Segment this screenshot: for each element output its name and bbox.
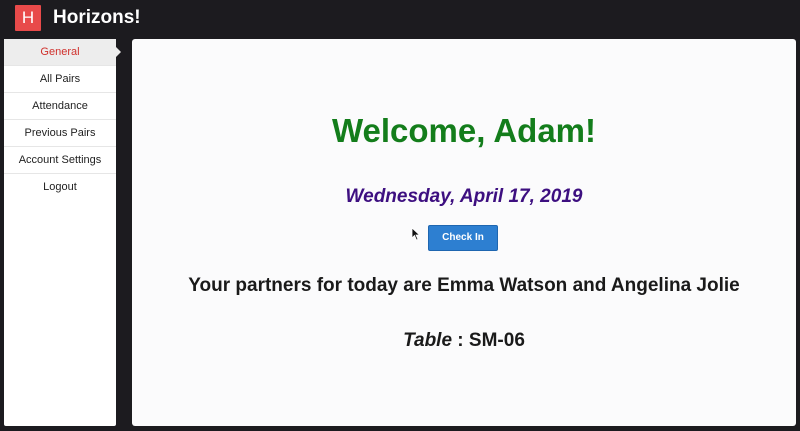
- top-bar: H Horizons!: [0, 0, 800, 36]
- current-date: Wednesday, April 17, 2019: [345, 186, 583, 207]
- check-in-button[interactable]: Check In: [428, 225, 498, 251]
- sidebar-item-account-settings[interactable]: Account Settings: [4, 147, 116, 174]
- sidebar-nav: General All Pairs Attendance Previous Pa…: [4, 39, 121, 426]
- horizons-logo[interactable]: H: [15, 5, 41, 31]
- table-separator: :: [452, 330, 469, 351]
- sidebar-item-logout[interactable]: Logout: [4, 174, 116, 200]
- welcome-heading: Welcome, Adam!: [331, 112, 597, 149]
- sidebar-item-all-pairs[interactable]: All Pairs: [4, 66, 116, 93]
- table-label: Table: [403, 330, 453, 351]
- brand-title[interactable]: Horizons!: [53, 5, 141, 31]
- partners-text: Your partners for today are Emma Watson …: [188, 275, 740, 296]
- mouse-pointer-icon: [411, 227, 421, 241]
- sidebar-item-attendance[interactable]: Attendance: [4, 93, 116, 120]
- table-assignment: Table : SM-06: [132, 330, 796, 352]
- sidebar-item-previous-pairs[interactable]: Previous Pairs: [4, 120, 116, 147]
- app-window: H Horizons! General All Pairs Attendance…: [0, 0, 800, 431]
- main-panel: Welcome, Adam! Wednesday, April 17, 2019…: [132, 39, 796, 426]
- table-value: SM-06: [468, 330, 525, 351]
- sidebar-item-general[interactable]: General: [4, 39, 121, 66]
